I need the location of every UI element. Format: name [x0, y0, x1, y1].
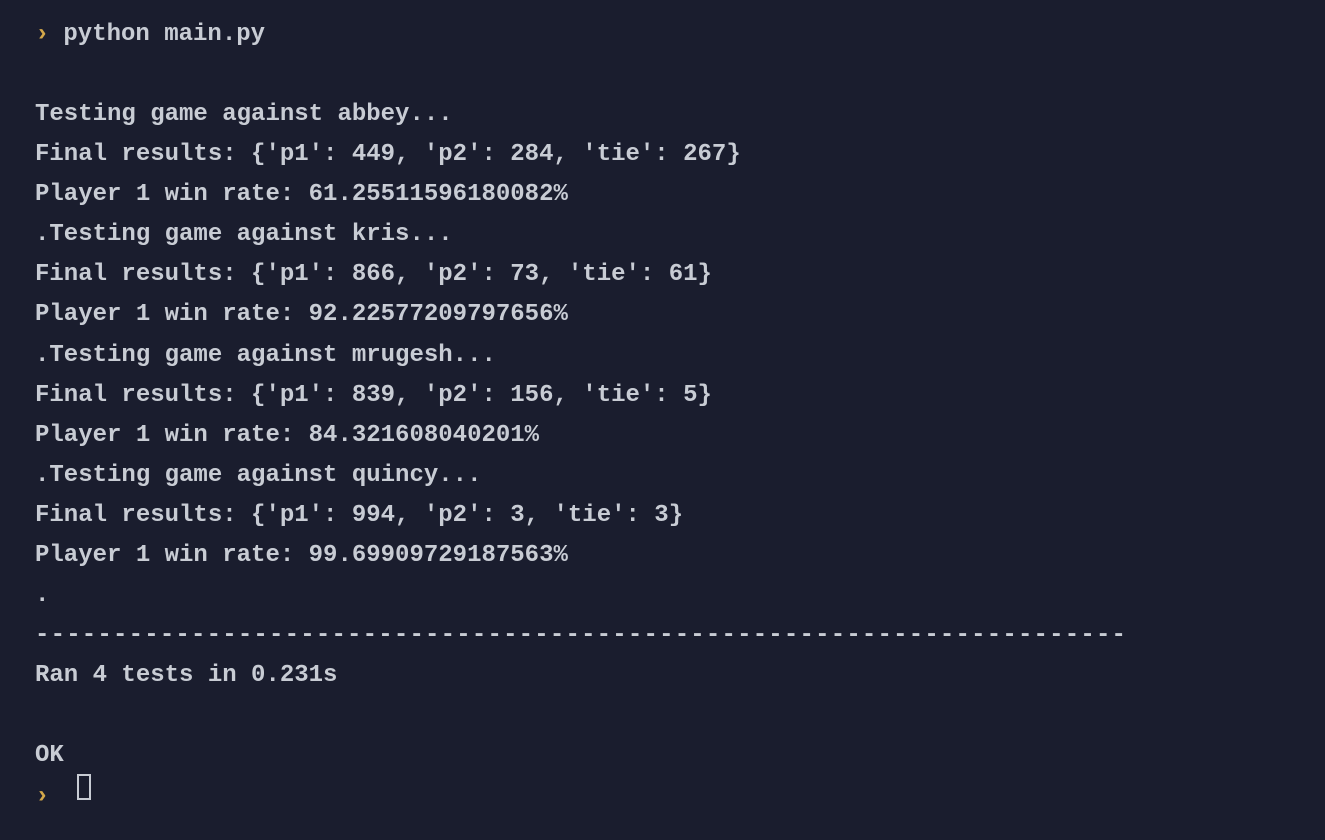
test-status: OK — [35, 736, 1290, 776]
test-header-mrugesh: .Testing game against mrugesh... — [35, 336, 1290, 376]
prompt-arrow-icon: › — [35, 15, 49, 55]
test-results-abbey: Final results: {'p1': 449, 'p2': 284, 't… — [35, 135, 1290, 175]
prompt-arrow-icon: › — [35, 777, 49, 817]
separator-line: ----------------------------------------… — [35, 616, 1290, 656]
test-summary: Ran 4 tests in 0.231s — [35, 656, 1290, 696]
test-header-abbey: Testing game against abbey... — [35, 95, 1290, 135]
command-text: python main.py — [63, 15, 265, 55]
test-header-kris: .Testing game against kris... — [35, 215, 1290, 255]
command-prompt-line-ready[interactable]: › — [35, 776, 1290, 817]
test-winrate-kris: Player 1 win rate: 92.22577209797656% — [35, 295, 1290, 335]
test-results-quincy: Final results: {'p1': 994, 'p2': 3, 'tie… — [35, 496, 1290, 536]
test-results-mrugesh: Final results: {'p1': 839, 'p2': 156, 't… — [35, 376, 1290, 416]
blank-line — [35, 696, 1290, 736]
test-dot: . — [35, 576, 1290, 616]
test-winrate-abbey: Player 1 win rate: 61.25511596180082% — [35, 175, 1290, 215]
command-prompt-line: › python main.py — [35, 15, 1290, 55]
test-winrate-quincy: Player 1 win rate: 99.69909729187563% — [35, 536, 1290, 576]
test-winrate-mrugesh: Player 1 win rate: 84.321608040201% — [35, 416, 1290, 456]
test-header-quincy: .Testing game against quincy... — [35, 456, 1290, 496]
test-results-kris: Final results: {'p1': 866, 'p2': 73, 'ti… — [35, 255, 1290, 295]
terminal-output: Testing game against abbey... Final resu… — [35, 95, 1290, 776]
cursor-icon — [77, 774, 91, 800]
